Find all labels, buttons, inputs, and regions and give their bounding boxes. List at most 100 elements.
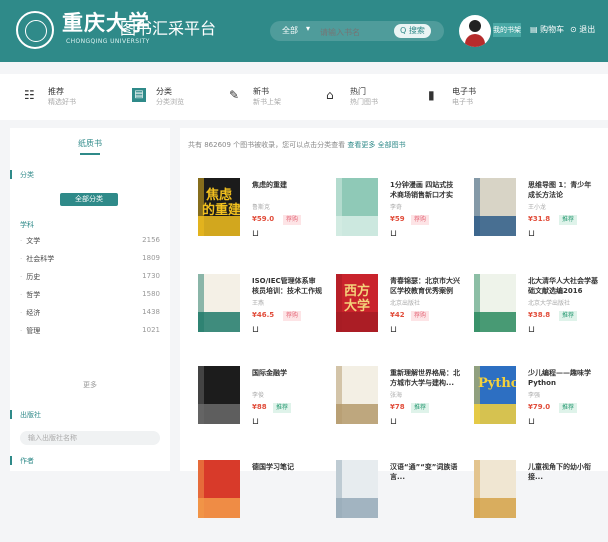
book-cover[interactable]: 西方 大学 <box>336 274 378 332</box>
chevron-down-icon[interactable]: ▾ <box>306 24 310 33</box>
platform-title[interactable]: 图书汇采平台 <box>120 19 216 39</box>
book-title[interactable]: 思维导图 1：青少年成长方法论 <box>528 180 598 200</box>
section-category: 分类 <box>10 170 34 179</box>
subject-name: 哲学 <box>26 291 41 299</box>
book-cover[interactable]: 焦虑 的重建 <box>198 178 240 236</box>
book-title[interactable]: 儿童视角下的幼小衔接... <box>528 462 598 482</box>
book-card[interactable]: 汉语“通”“变”词族语言... <box>328 456 463 542</box>
summary-link[interactable]: 查看更多 全部图书 <box>347 141 405 149</box>
university-logo-icon[interactable] <box>16 11 54 49</box>
book-card[interactable]: 焦虑 的重建 焦虑的重建 鲁斯克 ¥59.0 荐购 ⊔ <box>190 174 325 260</box>
book-title[interactable]: 北大清华人大社会学基础文献选编2016（第... <box>528 276 598 296</box>
user-avatar[interactable] <box>459 15 491 47</box>
category-subtitle: 分类浏览 <box>156 98 184 106</box>
add-to-cart-icon[interactable]: ⊔ <box>252 229 259 239</box>
book-card[interactable]: Python 少儿编程——趣味学Python 李强 ¥79.0 推荐 ⊔ <box>466 362 601 448</box>
book-price: ¥59 <box>390 215 405 223</box>
book-tag: 荐购 <box>283 215 302 225</box>
category-subtitle: 精选好书 <box>48 98 76 106</box>
subject-name: 文学 <box>26 237 41 245</box>
show-more-link[interactable]: 更多 <box>10 380 170 390</box>
book-cover[interactable] <box>336 178 378 236</box>
book-card[interactable]: ISO/IEC管理体系审核员培训：技术工作规范（第... 王燕 ¥46.5 荐购 ⊔ <box>190 270 325 356</box>
bullet-icon: · <box>20 291 23 299</box>
book-cover[interactable] <box>336 366 378 424</box>
bullet-icon: · <box>20 237 23 245</box>
logout-link[interactable]: ⊙ 退出 <box>570 24 595 35</box>
book-cover[interactable] <box>198 366 240 424</box>
book-price: ¥31.8 <box>528 215 551 223</box>
category-subtitle: 电子书 <box>452 98 473 106</box>
book-icon: ▤ <box>132 88 146 102</box>
bullet-icon: · <box>20 309 23 317</box>
add-to-cart-icon[interactable]: ⊔ <box>252 417 259 427</box>
subject-count: 1021 <box>142 326 160 334</box>
cover-spine <box>198 366 204 424</box>
book-cover[interactable] <box>198 274 240 332</box>
book-cover[interactable] <box>474 274 516 332</box>
bullet-icon: · <box>20 273 23 281</box>
book-card[interactable]: 西方 大学 青春锦瑟：北京市大兴区学校教育优秀案例 北京出版社 ¥42 荐购 ⊔ <box>328 270 463 356</box>
category-bar: ☷ 推荐 精选好书 ▤ 分类 分类浏览 ✎ 新书 新书上架 ⌂ 热门 热门图书 ▮ 电子书 电子书 <box>0 74 608 120</box>
top-header: 重庆大学 CHONGQING UNIVERSITY 图书汇采平台 全部 ▾ Q … <box>0 0 608 62</box>
subject-item[interactable]: · 历史 1730 <box>20 272 160 284</box>
book-title[interactable]: ISO/IEC管理体系审核员培训：技术工作规范（第... <box>252 276 322 296</box>
section-publisher: 出版社 <box>10 410 41 419</box>
add-to-cart-icon[interactable]: ⊔ <box>528 325 535 335</box>
book-title[interactable]: 青春锦瑟：北京市大兴区学校教育优秀案例 <box>390 276 460 296</box>
search-button[interactable]: Q 搜索 <box>394 24 431 38</box>
search-scope-select[interactable]: 全部 <box>282 25 298 36</box>
book-card[interactable]: 北大清华人大社会学基础文献选编2016（第... 北京大学出版社 ¥38.8 推荐 ⊔ <box>466 270 601 356</box>
add-to-cart-icon[interactable]: ⊔ <box>528 417 535 427</box>
book-title[interactable]: 少儿编程——趣味学Python <box>528 368 598 388</box>
add-to-cart-icon[interactable]: ⊔ <box>528 229 535 239</box>
summary-text: 共有 862609 个图书被收录，您可以点击分类查看 <box>188 141 346 149</box>
book-price: ¥79.0 <box>528 403 551 411</box>
cover-band <box>474 312 516 332</box>
subject-item[interactable]: · 哲学 1580 <box>20 290 160 302</box>
cover-spine <box>336 366 342 424</box>
all-categories-button[interactable]: 全部分类 <box>60 193 118 206</box>
book-tag: 推荐 <box>411 403 430 413</box>
subject-item[interactable]: · 社会科学 1809 <box>20 254 160 266</box>
sidebar-title[interactable]: 纸质书 <box>10 138 170 149</box>
add-to-cart-icon[interactable]: ⊔ <box>390 417 397 427</box>
cover-band <box>336 312 378 332</box>
add-to-cart-icon[interactable]: ⊔ <box>390 229 397 239</box>
add-to-cart-icon[interactable]: ⊔ <box>252 325 259 335</box>
cover-band <box>336 404 378 424</box>
book-author: 李奇 <box>390 204 403 211</box>
subject-item[interactable]: · 文学 2156 <box>20 236 160 248</box>
book-cover[interactable] <box>474 460 516 518</box>
book-card[interactable]: 国际金融学 李俊 ¥88 推荐 ⊔ <box>190 362 325 448</box>
book-title[interactable]: 汉语“通”“变”词族语言... <box>390 462 460 482</box>
book-title[interactable]: 1分钟漫画 四站式技术商场销售新口才实务... <box>390 180 460 200</box>
subject-item[interactable]: · 经济 1438 <box>20 308 160 320</box>
cover-band <box>474 216 516 236</box>
publisher-search-input[interactable]: 输入出版社名称 <box>20 431 160 445</box>
cart-link[interactable]: ▤ 购物车 <box>530 24 564 35</box>
cover-spine <box>198 274 204 332</box>
sidebar-title-underline <box>80 153 100 155</box>
book-cover[interactable] <box>474 178 516 236</box>
cover-spine <box>336 460 342 518</box>
book-title[interactable]: 国际金融学 <box>252 368 322 378</box>
book-cover[interactable] <box>198 460 240 518</box>
book-title[interactable]: 焦虑的重建 <box>252 180 322 190</box>
subject-item[interactable]: · 管理 1021 <box>20 326 160 338</box>
book-card[interactable]: 1分钟漫画 四站式技术商场销售新口才实务... 李奇 ¥59 荐购 ⊔ <box>328 174 463 260</box>
book-author: 北京大学出版社 <box>528 300 571 307</box>
book-cover[interactable]: Python <box>474 366 516 424</box>
book-card[interactable]: 重新理解世界格局：北方城市大学与建构... 张海 ¥78 推荐 ⊔ <box>328 362 463 448</box>
bookshelf-badge[interactable]: 我的书架 <box>493 23 521 37</box>
add-to-cart-icon[interactable]: ⊔ <box>390 325 397 335</box>
book-tag: 荐购 <box>283 311 302 321</box>
book-title[interactable]: 重新理解世界格局：北方城市大学与建构... <box>390 368 460 388</box>
search-input[interactable] <box>318 25 394 39</box>
book-card[interactable]: 德国学习笔记 <box>190 456 325 542</box>
book-cover[interactable] <box>336 460 378 518</box>
book-card[interactable]: 儿童视角下的幼小衔接... <box>466 456 601 542</box>
book-price: ¥46.5 <box>252 311 275 319</box>
ebook-icon: ▮ <box>428 88 435 102</box>
book-card[interactable]: 思维导图 1：青少年成长方法论 王小龙 ¥31.8 推荐 ⊔ <box>466 174 601 260</box>
